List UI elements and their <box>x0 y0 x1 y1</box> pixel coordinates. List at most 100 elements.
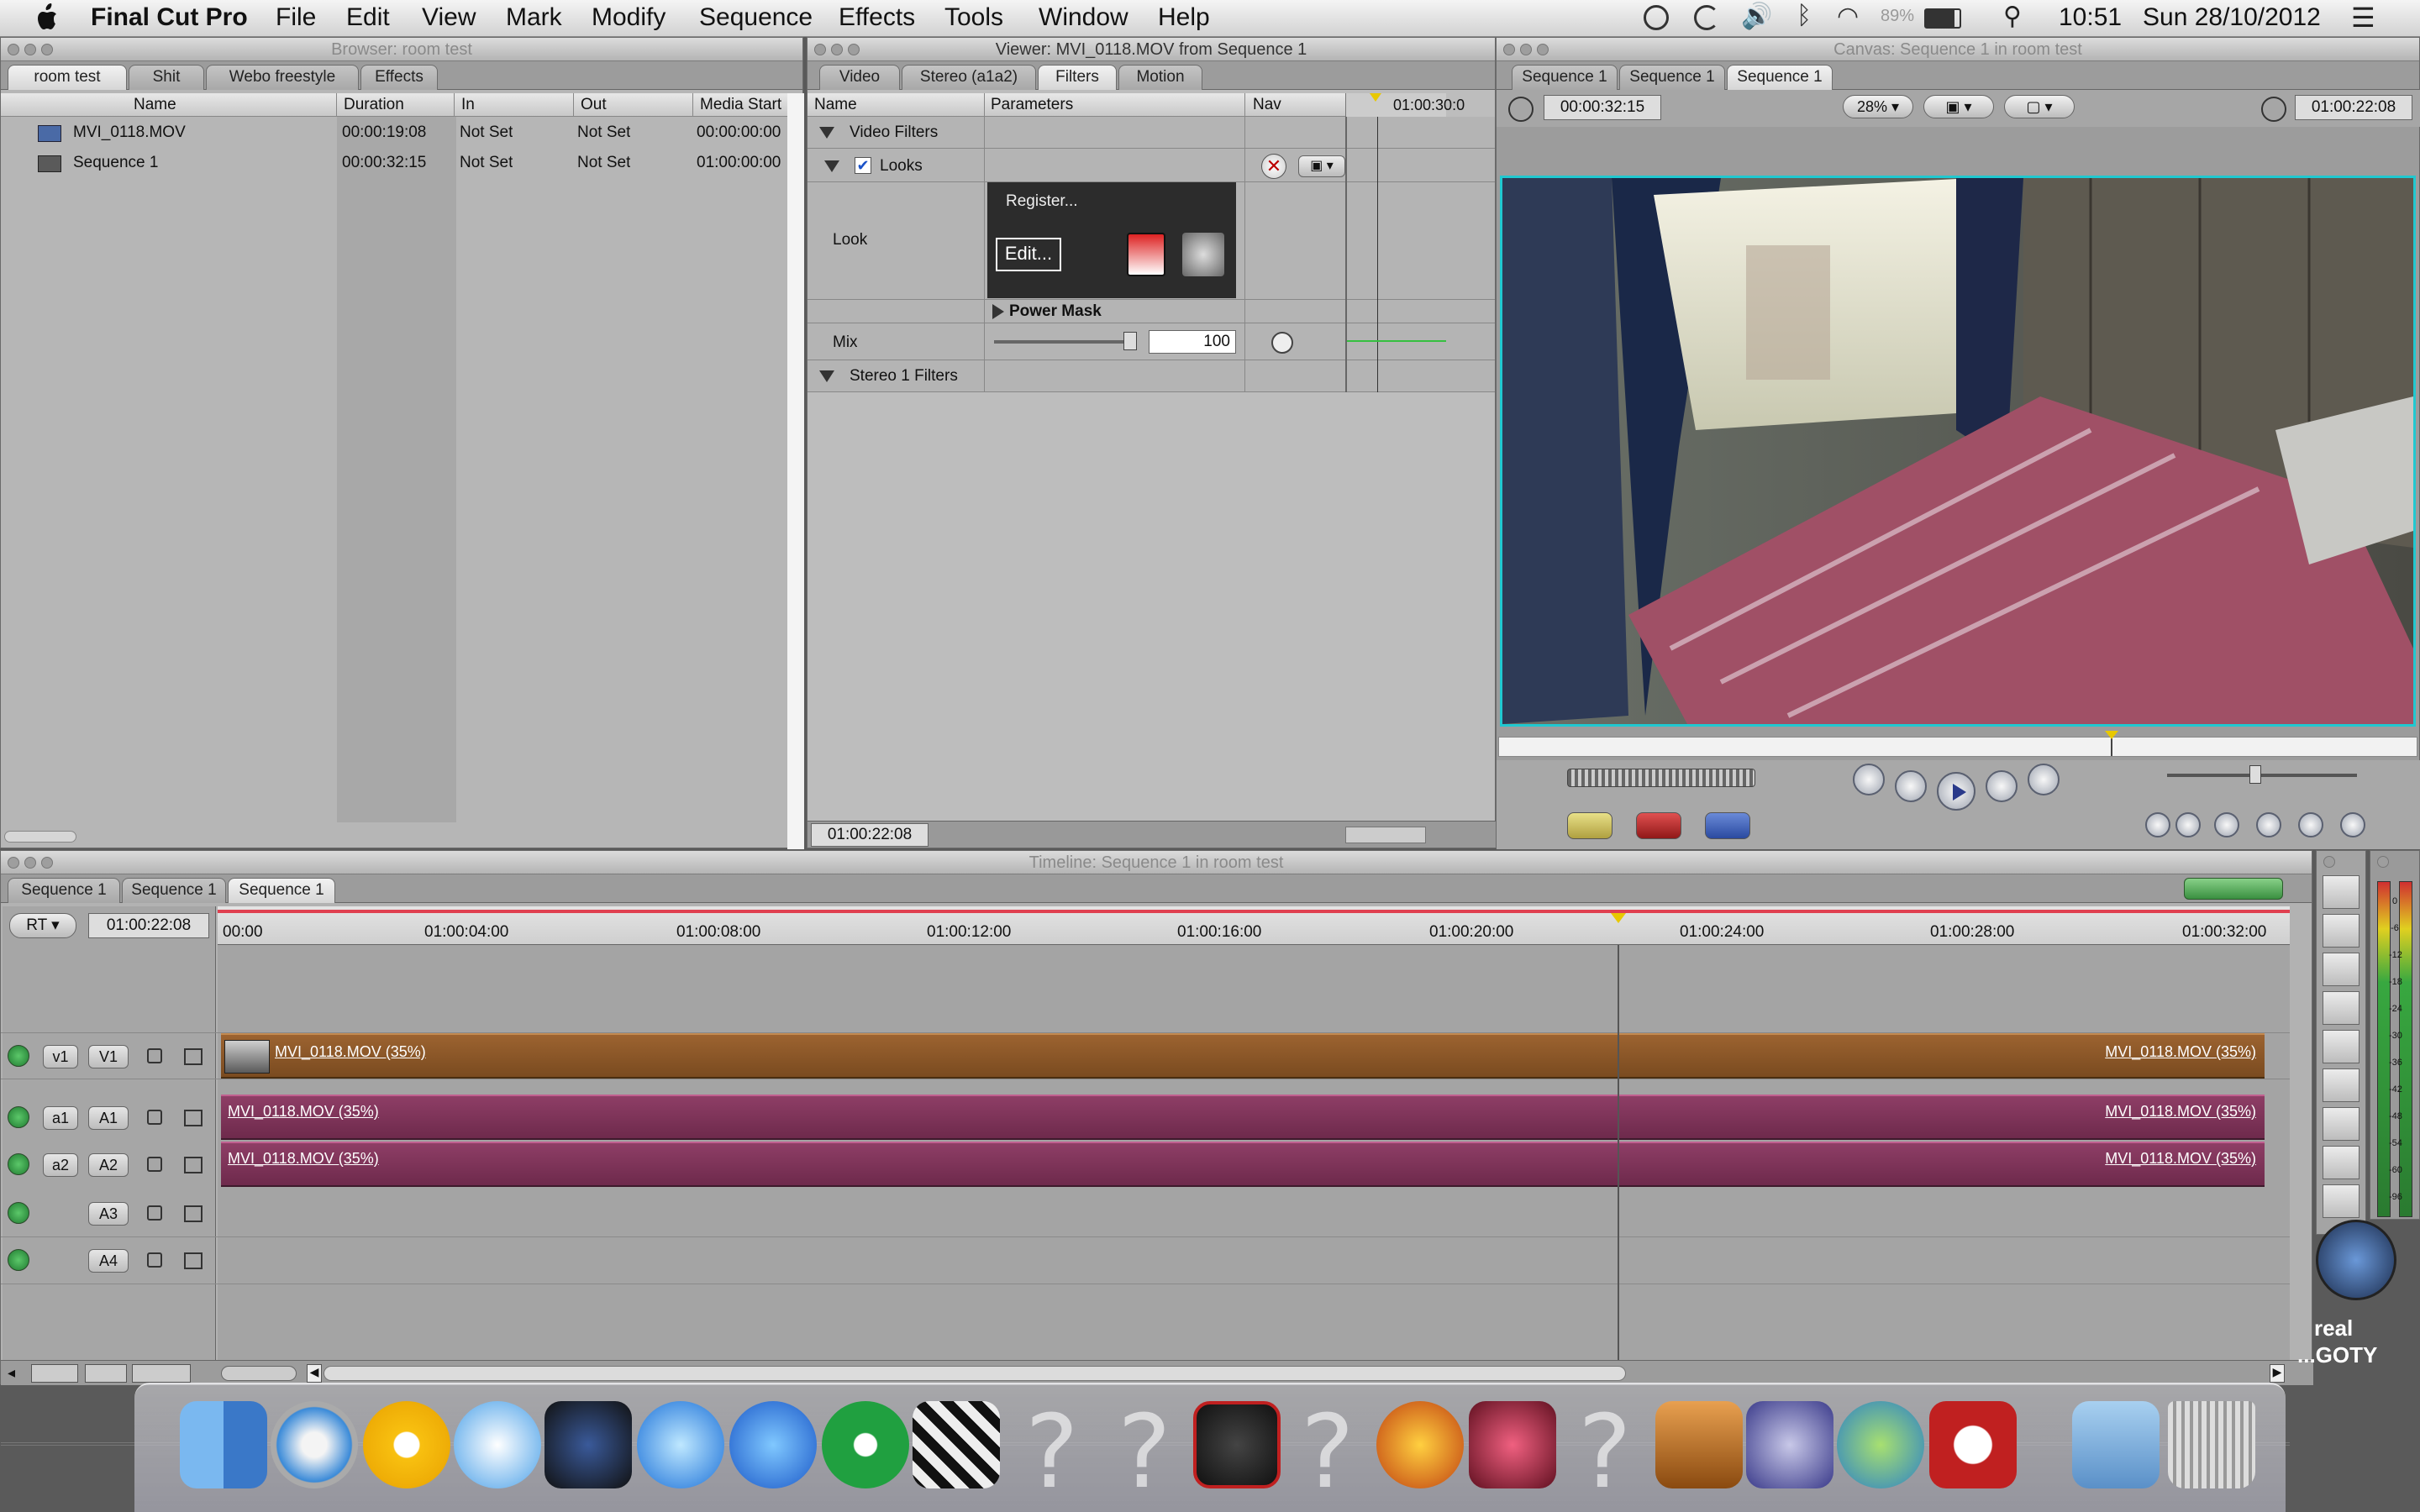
mark-in-button[interactable] <box>2298 812 2323 837</box>
spotlight-icon[interactable]: ⚲ <box>2003 2 2022 31</box>
minimize-button[interactable] <box>24 44 36 55</box>
missing-app-icon[interactable]: ? <box>1025 1394 1079 1511</box>
timeline-ruler[interactable]: 00:00 01:00:04:00 01:00:08:00 01:00:12:0… <box>218 906 2290 945</box>
photo-booth-icon[interactable] <box>1193 1401 1281 1488</box>
next-edit-button[interactable] <box>2028 764 2060 795</box>
app-menu[interactable]: Final Cut Pro <box>91 3 248 32</box>
sync-icon[interactable] <box>1694 5 1719 30</box>
menu-edit[interactable]: Edit <box>346 3 390 32</box>
menu-file[interactable]: File <box>276 3 316 32</box>
audio-clip[interactable]: MVI_0118.MOV (35%) MVI_0118.MOV (35%) <box>221 1142 2265 1187</box>
edit-look-button[interactable]: Edit... <box>996 238 1061 271</box>
final-cut-pro-icon[interactable] <box>913 1401 1000 1488</box>
add-keyframe-button[interactable] <box>2214 812 2239 837</box>
auto-select-icon[interactable] <box>184 1157 203 1173</box>
keynote-icon[interactable] <box>1655 1401 1743 1488</box>
tab-webo-freestyle[interactable]: Webo freestyle <box>206 65 359 90</box>
zoom-button[interactable] <box>1537 44 1549 55</box>
zoom-tool-icon[interactable] <box>2323 1107 2360 1141</box>
menu-help[interactable]: Help <box>1158 3 1210 32</box>
menu-tools[interactable]: Tools <box>944 3 1003 32</box>
speaker-icon[interactable] <box>8 1106 29 1128</box>
volume-icon[interactable]: 🔊 <box>1741 2 1772 31</box>
power-mask-row[interactable]: Power Mask <box>808 300 1495 323</box>
source-a2-control[interactable]: a2 <box>43 1153 78 1177</box>
tab-effects[interactable]: Effects <box>360 65 438 90</box>
disclosure-triangle-icon[interactable] <box>824 160 839 172</box>
crop-tool-icon[interactable] <box>2323 1146 2360 1179</box>
track-select-tool-icon[interactable] <box>2323 953 2360 986</box>
menu-date[interactable]: Sun 28/10/2012 <box>2143 3 2321 32</box>
look-thumbnail[interactable] <box>1127 233 1165 276</box>
timeline-playhead-line[interactable] <box>1618 945 1619 1365</box>
close-button[interactable] <box>8 44 19 55</box>
audio-toggle-icon[interactable]: ◂ <box>8 1364 15 1382</box>
tab-filters[interactable]: Filters <box>1038 65 1117 90</box>
tab-room-test[interactable]: room test <box>8 65 127 90</box>
mix-value-input[interactable]: 100 <box>1149 330 1236 354</box>
lock-icon[interactable] <box>147 1252 162 1268</box>
menu-effects[interactable]: Effects <box>839 3 915 32</box>
documents-folder-icon[interactable] <box>2072 1401 2160 1488</box>
menu-mark[interactable]: Mark <box>506 3 562 32</box>
video-filters-row[interactable]: Video Filters <box>808 117 1495 149</box>
canvas-timecode[interactable]: 01:00:22:08 <box>2295 95 2412 120</box>
canvas-video-frame[interactable] <box>1500 176 2416 727</box>
dest-a4-control[interactable]: A4 <box>88 1249 129 1273</box>
keyframe-button[interactable] <box>1271 332 1293 354</box>
lock-icon[interactable] <box>147 1205 162 1221</box>
missing-app-icon[interactable]: ? <box>1118 1394 1171 1511</box>
auto-select-icon[interactable] <box>184 1205 203 1222</box>
lock-icon[interactable] <box>147 1110 162 1125</box>
menu-sequence[interactable]: Sequence <box>699 3 813 32</box>
overlay-dropdown[interactable]: ▢ ▾ <box>2004 95 2075 118</box>
view-mode-dropdown[interactable]: ▣ ▾ <box>1923 95 1994 118</box>
match-frame-button[interactable] <box>2145 812 2170 837</box>
stereo-filters-row[interactable]: Stereo 1 Filters <box>808 360 1495 392</box>
menu-view[interactable]: View <box>422 3 476 32</box>
menu-clock[interactable]: 10:51 <box>2059 3 2122 32</box>
time-machine-icon[interactable] <box>1644 5 1669 30</box>
mix-slider[interactable] <box>994 340 1137 344</box>
pen-tool-icon[interactable] <box>2323 1184 2360 1218</box>
lock-icon[interactable] <box>147 1157 162 1172</box>
menu-window[interactable]: Window <box>1039 3 1128 32</box>
filter-options-dropdown[interactable]: ▣ ▾ <box>1298 155 1345 177</box>
playhead-marker[interactable] <box>1370 93 1381 102</box>
play-around-button[interactable] <box>1986 770 2018 802</box>
zoom-button[interactable] <box>41 857 53 869</box>
lock-icon[interactable] <box>147 1048 162 1063</box>
viewer-zoom-slider[interactable] <box>1345 827 1426 843</box>
finder-icon[interactable] <box>180 1401 267 1488</box>
clip-overlays-toggle[interactable] <box>85 1364 127 1383</box>
tab-shit[interactable]: Shit <box>129 65 204 90</box>
dest-v1-control[interactable]: V1 <box>88 1045 129 1068</box>
viewer-timecode[interactable]: 01:00:22:08 <box>811 823 929 847</box>
messenger-icon[interactable] <box>1837 1401 1924 1488</box>
col-in[interactable]: In <box>455 93 574 117</box>
borderlands-icon[interactable] <box>1376 1401 1464 1488</box>
scroll-left-icon[interactable]: ◀ <box>307 1364 322 1383</box>
app-store-icon[interactable] <box>729 1401 817 1488</box>
tab-sequence-1[interactable]: Sequence 1 <box>1727 65 1833 90</box>
dest-a1-control[interactable]: A1 <box>88 1106 129 1130</box>
menu-modify[interactable]: Modify <box>592 3 666 32</box>
disclosure-triangle-icon[interactable] <box>992 304 1004 319</box>
video-clip[interactable]: MVI_0118.MOV (35%) MVI_0118.MOV (35%) <box>221 1033 2265 1079</box>
mark-out-button[interactable] <box>2340 812 2365 837</box>
list-item[interactable]: MVI_0118.MOV 00:00:19:08 Not Set Not Set… <box>1 118 804 147</box>
keyframe-ruler[interactable]: 01:00:30:0 <box>1345 93 1465 117</box>
close-button[interactable] <box>8 857 19 869</box>
singstar-icon[interactable] <box>1469 1401 1556 1488</box>
close-button[interactable] <box>814 44 826 55</box>
previous-edit-button[interactable] <box>1853 764 1885 795</box>
filter-enable-checkbox[interactable]: ✔ <box>855 157 871 174</box>
tab-sequence-1[interactable]: Sequence 1 <box>122 878 226 903</box>
auto-select-icon[interactable] <box>184 1048 203 1065</box>
disclosure-triangle-icon[interactable] <box>819 370 834 382</box>
col-nav[interactable]: Nav <box>1253 96 1281 114</box>
missing-app-icon[interactable]: ? <box>1578 1394 1632 1511</box>
col-duration[interactable]: Duration <box>337 93 455 117</box>
minimize-button[interactable] <box>1520 44 1532 55</box>
reset-filter-icon[interactable]: ✕ <box>1261 154 1286 179</box>
